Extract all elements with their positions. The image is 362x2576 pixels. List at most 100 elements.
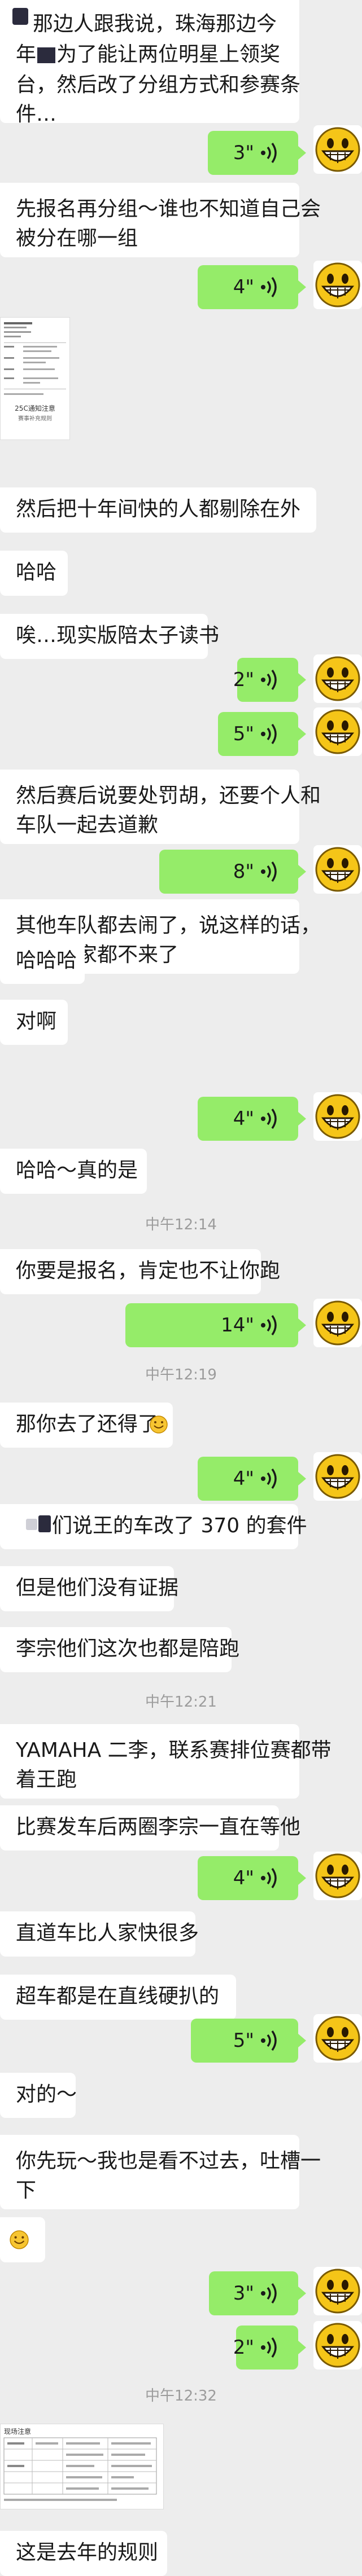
message-text: 哈哈～真的是 bbox=[16, 1159, 138, 1182]
document-preview bbox=[4, 322, 66, 395]
voice-wave-icon bbox=[259, 1867, 281, 1889]
message-bubble[interactable]: 唉…现实版陪太子读书 bbox=[0, 614, 219, 659]
message-bubble[interactable]: 李宗他们这次也都是陪跑 bbox=[0, 1627, 239, 1672]
message-text: 们说王的车改了 370 的套件 bbox=[52, 1514, 307, 1537]
voice-duration: 5" bbox=[233, 2029, 254, 2052]
message-text: 着王跑 bbox=[16, 1768, 77, 1791]
redaction-block bbox=[37, 47, 56, 63]
message-bubble[interactable]: 你先玩～我也是看不过去，吐槽一 下 bbox=[0, 2135, 321, 2209]
message-text: 但是他们没有证据 bbox=[16, 1576, 179, 1599]
message-text: 车队一起去道歉 bbox=[16, 814, 159, 837]
voice-message[interactable]: 4" bbox=[198, 1856, 306, 1900]
voice-wave-icon bbox=[259, 669, 281, 691]
voice-wave-icon bbox=[259, 1467, 281, 1490]
voice-message[interactable]: 2" bbox=[233, 658, 306, 702]
message-bubble[interactable]: 哈哈 bbox=[0, 551, 68, 596]
message-bubble[interactable]: 对的～ bbox=[0, 2073, 77, 2118]
smiley-avatar-icon[interactable] bbox=[313, 2267, 362, 2315]
message-text: 然后把十年间快的人都剔除在外 bbox=[16, 498, 301, 521]
message-text: 哈哈 bbox=[16, 561, 57, 584]
voice-wave-icon bbox=[259, 1107, 281, 1130]
smiley-avatar-icon[interactable] bbox=[313, 1299, 362, 1347]
message-text: 你先玩～我也是看不过去，吐槽一 bbox=[16, 2149, 321, 2173]
voice-duration: 4" bbox=[233, 1107, 254, 1130]
message-bubble[interactable]: 直道车比人家快很多 bbox=[0, 1911, 199, 1957]
smiley-avatar-icon[interactable] bbox=[313, 654, 362, 703]
timestamp: 中午12:32 bbox=[145, 2388, 217, 2404]
message-bubble[interactable]: 对啊 bbox=[0, 1000, 68, 1045]
message-bubble[interactable]: 先报名再分组～谁也不知道自己会 被分在哪一组 bbox=[0, 183, 321, 257]
voice-message[interactable]: 5" bbox=[218, 712, 306, 756]
voice-message[interactable]: 3" bbox=[208, 131, 306, 175]
smiley-avatar-icon[interactable] bbox=[313, 125, 362, 174]
voice-duration: 14" bbox=[221, 1314, 254, 1337]
message-bubble[interactable]: 超车都是在直线硬扒的 bbox=[0, 1975, 236, 2020]
message-bubble[interactable]: 但是他们没有证据 bbox=[0, 1566, 178, 1611]
message-text: 件… bbox=[16, 103, 57, 126]
voice-message[interactable]: 3" bbox=[209, 2271, 306, 2315]
voice-message[interactable]: 4" bbox=[198, 265, 306, 309]
message-bubble[interactable]: 这是去年的规则 bbox=[0, 2531, 167, 2576]
message-text: 那边人跟我说，珠海那边今 bbox=[33, 12, 277, 36]
smiley-avatar-icon[interactable] bbox=[313, 1852, 362, 1900]
smile-emoji-icon bbox=[150, 1416, 168, 1434]
redaction-block bbox=[12, 8, 28, 25]
voice-wave-icon bbox=[259, 723, 281, 745]
voice-duration: 3" bbox=[233, 142, 254, 164]
message-text: 比赛发车后两圈李宗一直在等他 bbox=[16, 1815, 301, 1839]
message-text: 被分在哪一组 bbox=[16, 227, 138, 250]
timestamp: 中午12:19 bbox=[145, 1366, 217, 1383]
message-bubble[interactable]: 然后把十年间快的人都剔除在外 bbox=[0, 487, 316, 533]
voice-message[interactable]: 4" bbox=[198, 1457, 306, 1501]
document-title: 25C通知注意 bbox=[15, 405, 55, 412]
smiley-avatar-icon[interactable] bbox=[313, 2321, 362, 2370]
timestamp: 中午12:21 bbox=[145, 1694, 217, 1711]
message-bubble[interactable]: 那边人跟我说，珠海那边今 年为了能让两位明星上领奖 台，然后改了分组方式和参赛条… bbox=[0, 0, 300, 126]
smile-emoji-icon bbox=[10, 2230, 29, 2249]
smiley-avatar-icon[interactable] bbox=[313, 1452, 362, 1501]
message-bubble[interactable]: 哈哈～真的是 bbox=[0, 1149, 147, 1194]
message-bubble[interactable]: 们说王的车改了 370 的套件 bbox=[0, 1504, 307, 1549]
sticker-bubble[interactable] bbox=[0, 2217, 45, 2262]
document-image[interactable]: 现场注意 bbox=[0, 2424, 164, 2509]
voice-wave-icon bbox=[259, 142, 281, 164]
voice-wave-icon bbox=[259, 2336, 281, 2359]
smiley-avatar-icon[interactable] bbox=[313, 707, 362, 756]
voice-message[interactable]: 2" bbox=[233, 2326, 306, 2370]
voice-message[interactable]: 14" bbox=[125, 1303, 306, 1347]
voice-duration: 4" bbox=[233, 1467, 254, 1490]
message-text: 那你去了还得了 bbox=[16, 1413, 159, 1436]
message-bubble[interactable]: YAMAHA 二李，联系赛排位赛都带 着王跑 bbox=[0, 1724, 332, 1799]
voice-duration: 4" bbox=[233, 1867, 254, 1889]
smiley-avatar-icon[interactable] bbox=[313, 261, 362, 309]
document-image[interactable]: 25C通知注意 赛事补充规则 bbox=[0, 317, 70, 440]
voice-message[interactable]: 5" bbox=[191, 2019, 306, 2063]
document-subtitle: 赛事补充规则 bbox=[18, 416, 52, 422]
voice-wave-icon bbox=[259, 276, 281, 298]
message-text: 超车都是在直线硬扒的 bbox=[16, 1985, 220, 2008]
smiley-avatar-icon[interactable] bbox=[313, 1092, 362, 1141]
voice-wave-icon bbox=[259, 860, 281, 883]
voice-duration: 5" bbox=[233, 723, 254, 745]
redaction-block bbox=[38, 1515, 51, 1532]
message-text: 对的～ bbox=[16, 2083, 77, 2106]
message-text: 对啊 bbox=[16, 1010, 57, 1033]
message-text: 年 bbox=[16, 43, 37, 66]
voice-message[interactable]: 4" bbox=[198, 1097, 306, 1141]
message-text: 这是去年的规则 bbox=[16, 2541, 159, 2564]
voice-wave-icon bbox=[259, 2282, 281, 2305]
message-text: 李宗他们这次也都是陪跑 bbox=[16, 1637, 240, 1660]
voice-wave-icon bbox=[259, 2029, 281, 2052]
message-text: 唉…现实版陪太子读书 bbox=[16, 624, 220, 647]
message-bubble[interactable]: 那你去了还得了 bbox=[0, 1403, 173, 1448]
message-bubble[interactable]: 你要是报名，肯定也不让你跑 bbox=[0, 1249, 280, 1294]
message-bubble[interactable]: 比赛发车后两圈李宗一直在等他 bbox=[0, 1805, 300, 1850]
message-bubble[interactable]: 然后赛后说要处罚胡，还要个人和 车队一起去道歉 bbox=[0, 770, 321, 844]
message-bubble[interactable]: 哈哈哈 bbox=[0, 939, 85, 984]
voice-duration: 2" bbox=[233, 2336, 254, 2359]
message-text: 直道车比人家快很多 bbox=[16, 1922, 199, 1945]
voice-message[interactable]: 8" bbox=[159, 850, 306, 894]
smiley-avatar-icon[interactable] bbox=[313, 2014, 362, 2063]
voice-duration: 3" bbox=[233, 2282, 254, 2305]
smiley-avatar-icon[interactable] bbox=[313, 845, 362, 894]
